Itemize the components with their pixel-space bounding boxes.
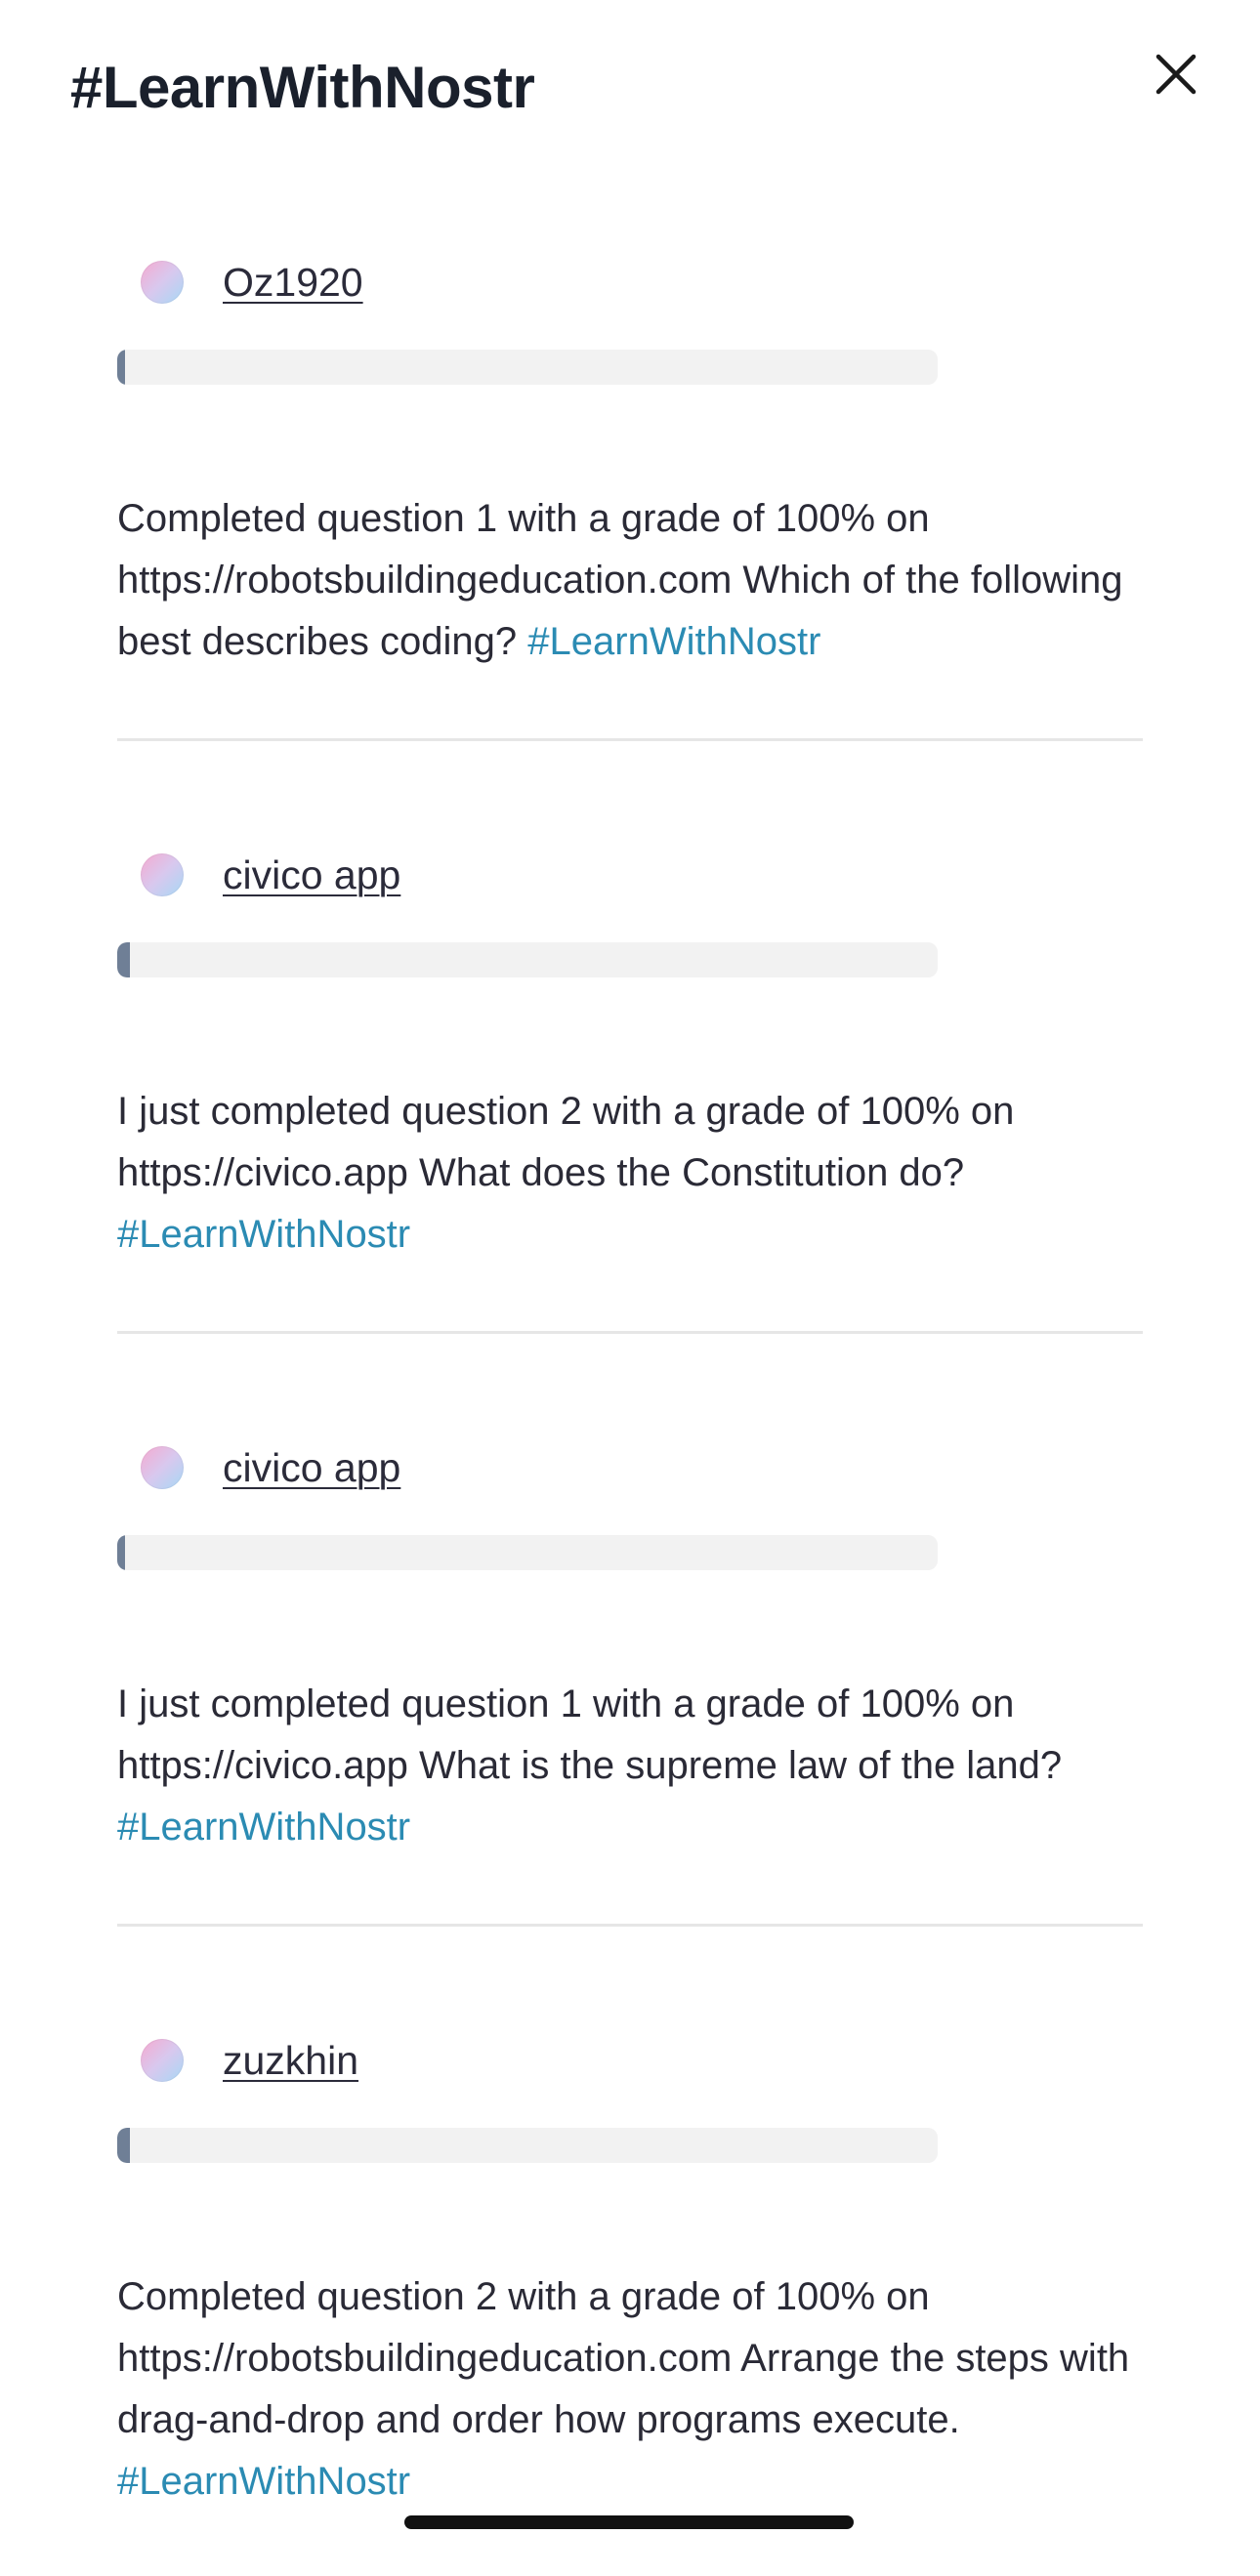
home-indicator	[404, 2515, 854, 2529]
close-button[interactable]	[1141, 39, 1211, 109]
post-text: I just completed question 1 with a grade…	[117, 1674, 1143, 1858]
post-header: civico app	[141, 1433, 400, 1502]
post-divider	[117, 1924, 1143, 1927]
post-text: Completed question 1 with a grade of 100…	[117, 488, 1143, 673]
hashtag-link[interactable]: #LearnWithNostr	[527, 620, 820, 663]
post-body: I just completed question 1 with a grade…	[117, 1683, 1063, 1787]
post-body: I just completed question 2 with a grade…	[117, 1090, 1015, 1194]
progress-bar	[117, 1535, 938, 1570]
post-text: Completed question 2 with a grade of 100…	[117, 2266, 1143, 2513]
progress-bar	[117, 942, 938, 977]
progress-fill	[117, 2128, 130, 2163]
progress-fill	[117, 350, 126, 385]
post-header: civico app	[141, 841, 400, 909]
post-divider	[117, 738, 1143, 741]
author-link[interactable]: civico app	[223, 1433, 400, 1502]
post-item: civico app I just completed question 1 w…	[117, 1391, 1143, 1983]
post-body: Completed question 2 with a grade of 100…	[117, 2275, 1130, 2441]
post-item: Oz1920 Completed question 1 with a grade…	[117, 205, 1143, 798]
author-link[interactable]: civico app	[223, 841, 400, 909]
author-link[interactable]: zuzkhin	[223, 2026, 358, 2095]
progress-bar	[117, 2128, 938, 2163]
close-icon	[1155, 54, 1197, 95]
post-header: zuzkhin	[141, 2026, 358, 2095]
hashtag-feed-modal: #LearnWithNostr Oz1920 Completed questio…	[0, 0, 1260, 2557]
avatar[interactable]	[141, 2039, 184, 2082]
avatar[interactable]	[141, 1446, 184, 1489]
post-divider	[117, 1331, 1143, 1334]
post-feed: Oz1920 Completed question 1 with a grade…	[117, 205, 1143, 2576]
modal-title: #LearnWithNostr	[70, 55, 535, 120]
progress-bar	[117, 350, 938, 385]
avatar[interactable]	[141, 261, 184, 304]
author-link[interactable]: Oz1920	[223, 248, 363, 316]
hashtag-link[interactable]: #LearnWithNostr	[117, 1806, 410, 1849]
post-text: I just completed question 2 with a grade…	[117, 1081, 1143, 1266]
avatar[interactable]	[141, 853, 184, 896]
hashtag-link[interactable]: #LearnWithNostr	[117, 2460, 410, 2503]
progress-fill	[117, 1535, 126, 1570]
post-header: Oz1920	[141, 248, 363, 316]
progress-fill	[117, 942, 130, 977]
post-item: civico app I just completed question 2 w…	[117, 798, 1143, 1391]
post-item: zuzkhin Completed question 2 with a grad…	[117, 1983, 1143, 2576]
hashtag-link[interactable]: #LearnWithNostr	[117, 1213, 410, 1256]
